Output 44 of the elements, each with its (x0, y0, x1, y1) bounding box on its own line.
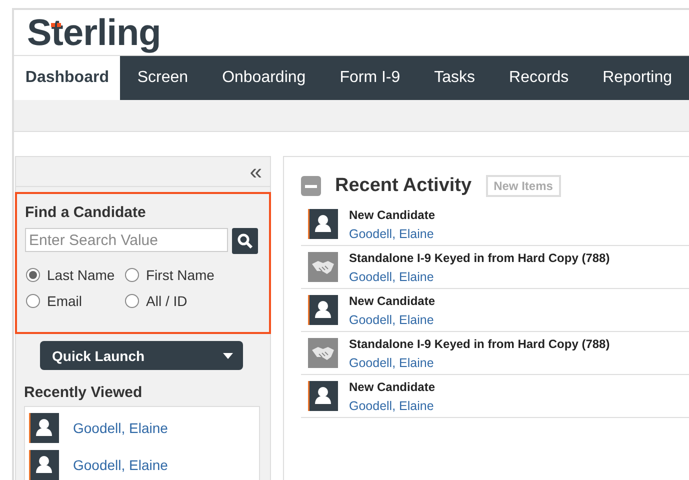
nav-tab[interactable]: Dashboard (14, 56, 120, 100)
candidate-link[interactable]: Goodell, Elaine (349, 312, 434, 326)
radio-button[interactable] (125, 294, 139, 308)
nav-tab[interactable]: Reporting (586, 56, 689, 100)
activity-title-text: New Candidate (349, 294, 436, 308)
search-option[interactable]: Email (26, 293, 125, 309)
radio-button[interactable] (125, 268, 139, 282)
handshake-icon (308, 338, 338, 368)
person-icon (29, 412, 59, 442)
recently-viewed-title: Recently Viewed (24, 384, 144, 401)
find-title: Find a Candidate (25, 204, 147, 221)
candidate-link[interactable]: Goodell, Elaine (349, 270, 434, 284)
search-option[interactable]: Last Name (26, 267, 125, 283)
handshake-icon (308, 252, 338, 282)
activity-title: Recent Activity (335, 175, 472, 197)
caret-icon (223, 352, 233, 358)
search-option[interactable]: All / ID (125, 293, 235, 309)
nav-tab[interactable]: Tasks (417, 56, 492, 100)
activity-title-text: Standalone I-9 Keyed in from Hard Copy (788) (349, 250, 610, 264)
search-option[interactable]: First Name (125, 267, 235, 283)
candidate-link[interactable]: Goodell, Elaine (349, 356, 434, 370)
person-icon (308, 209, 338, 239)
person-icon (308, 295, 338, 325)
nav-tab[interactable]: Onboarding (205, 56, 323, 100)
search-field[interactable]: Enter Search Value (25, 228, 228, 252)
activity-title-text: New Candidate (349, 380, 436, 394)
activity-title-text: Standalone I-9 Keyed in from Hard Copy (788) (349, 336, 610, 350)
candidate-link[interactable]: Goodell, Elaine (349, 226, 434, 240)
nav-tab[interactable]: Form I-9 (322, 56, 418, 100)
person-icon (308, 381, 338, 411)
collapse-icon[interactable] (301, 176, 321, 196)
radio-button[interactable] (26, 294, 40, 308)
activity-title-text: New Candidate (349, 208, 436, 222)
candidate-link[interactable]: Goodell, Elaine (73, 420, 168, 436)
candidate-link[interactable]: Goodell, Elaine (73, 456, 168, 472)
nav-tab[interactable]: Screen (120, 56, 206, 100)
search-icon (237, 233, 253, 249)
quick-launch-button[interactable]: Quick Launch (40, 341, 243, 370)
nav-tab[interactable]: Records (492, 56, 586, 100)
logo: Sterling (27, 14, 161, 51)
radio-button[interactable] (26, 268, 40, 282)
search-button[interactable] (232, 228, 258, 254)
collapse-button[interactable]: « (250, 160, 262, 182)
candidate-link[interactable]: Goodell, Elaine (349, 398, 434, 412)
